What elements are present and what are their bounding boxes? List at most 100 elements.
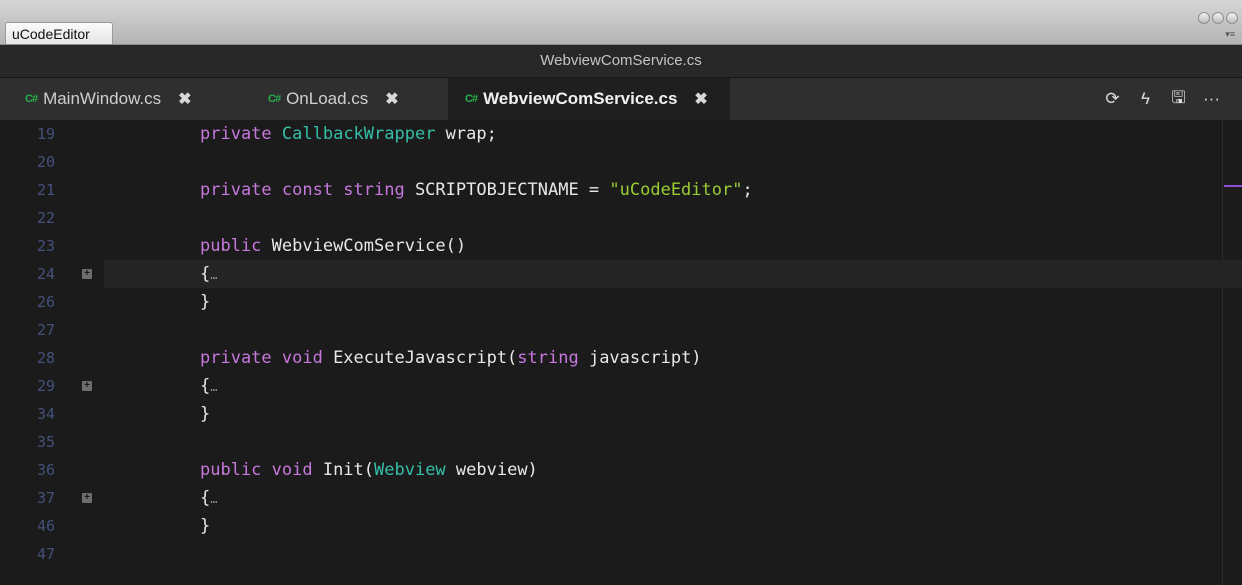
line-gutter: 28 [0, 344, 104, 372]
save-icon[interactable]: 🖫 [1162, 85, 1195, 114]
refresh-icon[interactable]: ⟳ [1096, 89, 1129, 109]
code-token: Webview [374, 460, 446, 480]
code-token: } [200, 516, 211, 536]
code-line[interactable]: 36 public void Init(Webview webview) [0, 456, 1242, 484]
code-line[interactable]: 26} [0, 288, 1242, 316]
fold-expand-icon[interactable]: + [82, 493, 92, 503]
code-token: { [200, 264, 211, 284]
code-text[interactable]: {… [200, 260, 217, 289]
code-text[interactable]: private void ExecuteJavascript(string ja… [200, 344, 702, 372]
code-token: } [200, 292, 211, 312]
code-token: { [200, 488, 211, 508]
line-gutter: 19 [0, 120, 104, 148]
code-token: { [200, 376, 211, 396]
code-text[interactable]: public void Init(Webview webview) [200, 456, 538, 484]
tab-close-icon[interactable]: ✖ [178, 89, 191, 109]
code-text[interactable]: } [200, 512, 210, 540]
code-line[interactable]: 19 private CallbackWrapper wrap; [0, 120, 1242, 148]
line-number: 35 [36, 433, 56, 451]
window-title-bar: uCodeEditor ▾≡ [0, 0, 1242, 45]
line-number: 22 [36, 209, 56, 227]
line-number: 23 [36, 237, 56, 255]
code-line[interactable]: 46} [0, 512, 1242, 540]
line-gutter: 36 [0, 456, 104, 484]
code-line[interactable]: 37 + {… [0, 484, 1242, 512]
code-line[interactable]: 23 public WebviewComService() [0, 232, 1242, 260]
code-token: javascript) [578, 348, 702, 368]
code-token: webview) [445, 460, 538, 480]
code-line[interactable]: 27 [0, 316, 1242, 344]
window-minimize-button[interactable] [1198, 12, 1210, 24]
tab-label: WebviewComService.cs [483, 89, 678, 108]
code-line[interactable]: 21 private const string SCRIPTOBJECTNAME … [0, 176, 1242, 204]
code-text[interactable]: } [200, 400, 210, 428]
code-text[interactable]: {… [200, 484, 217, 513]
csharp-file-icon: C# [268, 93, 281, 105]
tab-webviewcomservice[interactable]: C# WebviewComService.cs ✖ [448, 78, 730, 120]
code-line[interactable]: 29 + {… [0, 372, 1242, 400]
line-gutter: 29 + [0, 372, 104, 400]
code-editor[interactable]: 19 private CallbackWrapper wrap; 20 21 priva… [0, 120, 1242, 585]
code-line[interactable]: 47 [0, 540, 1242, 568]
code-line[interactable]: 35 [0, 428, 1242, 456]
line-gutter: 22 [0, 204, 104, 232]
line-gutter: 26 [0, 288, 104, 316]
line-number: 27 [36, 321, 56, 339]
window-maximize-button[interactable] [1212, 12, 1224, 24]
lightning-icon[interactable]: ϟ [1129, 89, 1162, 109]
code-text[interactable]: {… [200, 372, 217, 401]
line-gutter: 24 + [0, 260, 104, 288]
window-close-button[interactable] [1226, 12, 1238, 24]
code-token: ExecuteJavascript( [322, 348, 518, 368]
code-token: private [200, 124, 272, 144]
code-line[interactable]: 24 + {… [0, 260, 1242, 288]
code-token: … [210, 268, 218, 282]
line-number: 47 [36, 545, 56, 563]
line-number: 21 [36, 181, 56, 199]
code-token: SCRIPTOBJECTNAME = [404, 180, 610, 200]
line-gutter: 46 [0, 512, 104, 540]
line-gutter: 21 [0, 176, 104, 204]
fold-expand-icon[interactable]: + [82, 269, 92, 279]
file-title: WebviewComService.cs [0, 45, 1242, 78]
code-token: … [210, 380, 218, 394]
code-line[interactable]: 34} [0, 400, 1242, 428]
code-text[interactable]: } [200, 288, 210, 316]
line-gutter: 27 [0, 316, 104, 344]
tab-close-icon[interactable]: ✖ [694, 89, 707, 109]
line-gutter: 37 + [0, 484, 104, 512]
line-number: 29 [36, 377, 56, 395]
app-window-tab[interactable]: uCodeEditor [5, 22, 113, 44]
code-token: private void [200, 348, 323, 368]
editor-toolbar: ⟳ ϟ 🖫 ··· [1096, 78, 1242, 120]
line-number: 28 [36, 349, 56, 367]
tab-label: OnLoad.cs [286, 89, 369, 108]
window-menu-icon[interactable]: ▾≡ [1225, 29, 1235, 40]
csharp-file-icon: C# [25, 93, 38, 105]
tab-close-icon[interactable]: ✖ [385, 89, 398, 109]
fold-expand-icon[interactable]: + [82, 381, 92, 391]
code-line[interactable]: 28 private void ExecuteJavascript(string … [0, 344, 1242, 372]
code-line[interactable]: 22 [0, 204, 1242, 232]
code-token: CallbackWrapper [281, 124, 436, 144]
code-token: } [200, 404, 211, 424]
line-gutter: 47 [0, 540, 104, 568]
code-token: WebviewComService() [261, 236, 467, 256]
editor-tab-bar: C# MainWindow.cs ✖ C# OnLoad.cs ✖ C# Web… [0, 78, 1242, 120]
code-token: … [210, 492, 218, 506]
line-gutter: 23 [0, 232, 104, 260]
line-number: 24 [36, 265, 56, 283]
tab-onload[interactable]: C# OnLoad.cs ✖ [268, 78, 399, 120]
tab-mainwindow[interactable]: C# MainWindow.cs ✖ [25, 78, 192, 120]
code-text[interactable]: private CallbackWrapper wrap; [200, 120, 497, 148]
more-options-icon[interactable]: ··· [1195, 89, 1228, 109]
code-token: Init( [312, 460, 375, 480]
code-text[interactable]: private const string SCRIPTOBJECTNAME = … [200, 176, 753, 204]
code-token: wrap; [435, 124, 497, 144]
code-line[interactable]: 20 [0, 148, 1242, 176]
code-text[interactable]: public WebviewComService() [200, 232, 466, 260]
tab-label: MainWindow.cs [43, 89, 162, 108]
code-token: ; [742, 180, 753, 200]
line-number: 34 [36, 405, 56, 423]
